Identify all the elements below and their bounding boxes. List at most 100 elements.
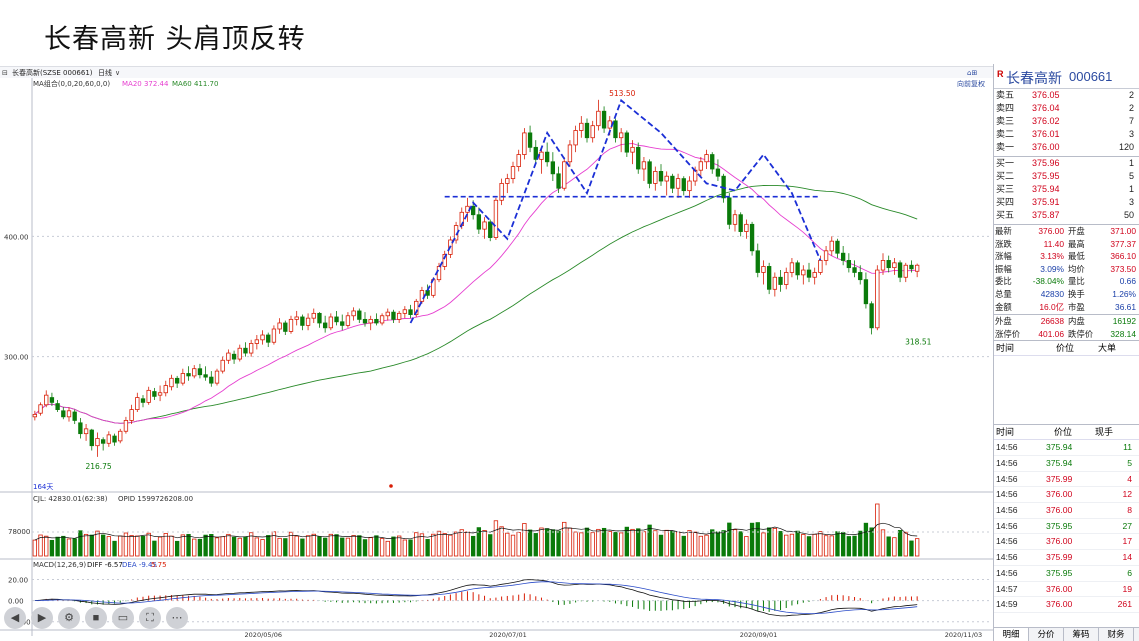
volume-bar [209, 534, 214, 557]
volume-bar [448, 534, 453, 557]
trade-row[interactable]: 14:56 376.00 12 [994, 487, 1139, 504]
tab-detail[interactable]: 明细 [994, 628, 1029, 641]
volume-bar [772, 527, 778, 557]
bid-row[interactable]: 买四 375.91 3 [994, 196, 1139, 209]
trade-row[interactable]: 14:56 375.95 27 [994, 519, 1139, 535]
volume-bar [317, 536, 322, 557]
volume-bar [897, 530, 903, 557]
quote-label: 开盘 [1068, 226, 1085, 236]
trade-price: 376.00 [1046, 536, 1073, 547]
trade-row[interactable]: 14:56 375.94 11 [994, 440, 1139, 457]
trade-row[interactable]: 14:56 375.99 14 [994, 550, 1139, 566]
volume-bar [277, 537, 282, 557]
bid-row[interactable]: 买五 375.87 50 [994, 209, 1139, 222]
ask-row[interactable]: 卖一 376.00 120 [994, 141, 1139, 154]
quote-label: 涨停价 [995, 328, 1021, 339]
ask-volume: 120 [1118, 142, 1134, 152]
trade-time: 14:56 [996, 458, 1018, 469]
chart-period[interactable]: 日线 [98, 68, 112, 77]
volume-bar [83, 533, 89, 557]
settings-icon[interactable]: ⚙ [58, 607, 80, 629]
volume-bar [613, 532, 618, 557]
trade-row[interactable]: 14:56 375.95 6 [994, 566, 1139, 582]
chart-menu-icon[interactable]: ⊟ [2, 69, 8, 77]
fullscreen-icon[interactable]: ⛶ [139, 607, 161, 629]
event-marker[interactable] [389, 484, 393, 488]
ma-combo-label: MA组合(0,0,20,60,0,0) [33, 79, 110, 88]
trade-row[interactable]: 14:57 376.00 19 [994, 582, 1139, 598]
trade-time: 14:56 [996, 552, 1018, 563]
volume-bar [527, 529, 533, 557]
volume-bar [852, 535, 857, 557]
volume-bar [112, 540, 117, 557]
quote-label: 总量 [995, 288, 1012, 299]
volume-bar [100, 534, 106, 557]
volume-bar [550, 529, 556, 557]
stock-code[interactable]: 000661 [1069, 69, 1112, 84]
bid-row[interactable]: 买三 375.94 1 [994, 183, 1139, 196]
r-badge: R [997, 69, 1004, 79]
ask-row[interactable]: 卖四 376.04 2 [994, 102, 1139, 115]
caption-icon[interactable]: ▭ [112, 607, 134, 629]
ask-row[interactable]: 卖五 376.05 2 [994, 89, 1139, 102]
tab-price-distribution[interactable]: 分价 [1029, 628, 1064, 641]
play-icon[interactable]: ▶ [31, 607, 53, 629]
bid-volume: 1 [1128, 184, 1134, 194]
quote-value: 0.66 [1119, 276, 1136, 287]
volume-bar [163, 533, 168, 557]
quote-row: 涨幅 3.13% 最低 366.10 [994, 250, 1139, 263]
volume-bar [823, 535, 829, 557]
quote-value: 366.10 [1110, 251, 1136, 262]
trade-row[interactable]: 14:56 375.99 4 [994, 472, 1139, 488]
more-icon[interactable]: ⋯ [166, 607, 188, 629]
bid-price: 375.96 [1032, 158, 1060, 168]
bid-price: 375.95 [1032, 171, 1060, 181]
trade-row[interactable]: 14:56 375.94 5 [994, 456, 1139, 472]
bid-row[interactable]: 买一 375.96 1 [994, 157, 1139, 170]
kline-chart[interactable]: ⊟ 长春高新(SZSE 000661) 日线 ∨ ⌂⊞ MA组合(0,0,20,… [0, 64, 993, 641]
volume-bar [368, 537, 373, 557]
quote-value: 11.40 [1043, 238, 1064, 249]
trade-row[interactable]: 14:59 376.00 261 [994, 597, 1139, 613]
ask-row[interactable]: 卖三 376.02 7 [994, 115, 1139, 128]
chart-tool-icon[interactable]: ⌂⊞ [967, 69, 977, 77]
volume-bar [431, 533, 436, 557]
volume-bar [220, 536, 225, 557]
volume-bar [556, 530, 561, 557]
trade-volume: 12 [1122, 489, 1132, 500]
ask-row[interactable]: 卖二 376.01 3 [994, 128, 1139, 141]
quote-label: 外盘 [995, 316, 1012, 327]
quote-value: 401.06 [1038, 328, 1064, 339]
volume-bar [601, 527, 607, 557]
volume-bar [470, 535, 476, 557]
volume-bar [186, 533, 191, 557]
volume-bar [801, 533, 806, 557]
chart-period-dropdown-icon[interactable]: ∨ [115, 69, 120, 77]
trade-row[interactable]: 14:56 376.00 17 [994, 534, 1139, 551]
volume-bar [157, 536, 163, 557]
volume-bar [357, 535, 362, 557]
adjust-label[interactable]: 向前复权 [957, 79, 985, 88]
chart-symbol[interactable]: 长春高新(SZSE 000661) [12, 68, 93, 77]
volume-bar [459, 529, 464, 557]
trade-price: 375.94 [1046, 442, 1073, 453]
ask-volume: 7 [1128, 116, 1134, 126]
trade-time: 14:56 [996, 505, 1018, 516]
volume-bar [453, 531, 459, 557]
bid-row[interactable]: 买二 375.95 5 [994, 170, 1139, 183]
trade-row[interactable]: 14:56 376.00 8 [994, 503, 1139, 519]
camera-icon[interactable]: ■ [85, 607, 107, 629]
volume-bar [408, 539, 413, 557]
trade-volume: 17 [1122, 536, 1132, 547]
volume-opid: OPID 1599726208.00 [118, 495, 193, 503]
volume-bar [886, 536, 891, 557]
quote-value: 36.61 [1115, 301, 1136, 312]
volume-bar [516, 532, 521, 557]
quote-row: 涨停价 401.06 跌停价 328.14 [994, 328, 1139, 341]
prev-icon[interactable]: ◀ [4, 607, 26, 629]
tab-chips[interactable]: 筹码 [1064, 628, 1099, 641]
bid-label: 买三 [996, 184, 1015, 194]
stock-name[interactable]: 长春高新 [1006, 68, 1062, 88]
tab-finance[interactable]: 财务 [1099, 628, 1134, 641]
big-order-area [994, 356, 1139, 424]
